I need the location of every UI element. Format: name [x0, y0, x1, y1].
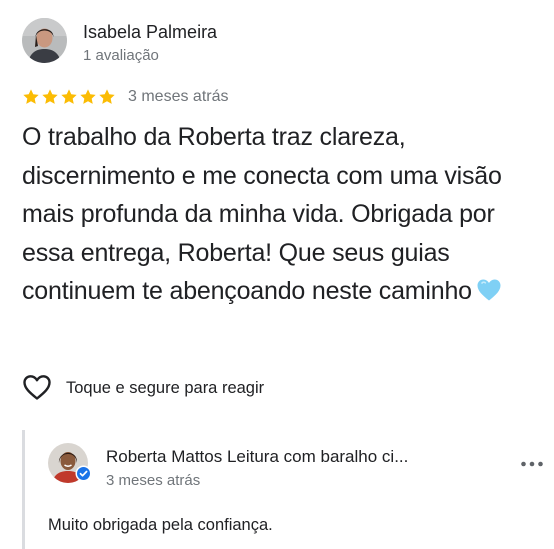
owner-avatar-wrap	[48, 443, 92, 487]
verified-check-icon	[75, 465, 92, 487]
star-rating	[22, 88, 116, 106]
reply-text: Muito obrigada pela confiança.	[48, 516, 273, 534]
reviewer-info: Isabela Palmeira 1 avaliação	[83, 20, 217, 66]
more-options-button[interactable]	[517, 454, 547, 474]
light-blue-heart-icon	[476, 275, 502, 314]
review-text: O trabalho da Roberta traz clareza, disc…	[22, 118, 542, 314]
owner-name[interactable]: Roberta Mattos Leitura com baralho ci...	[106, 446, 466, 468]
heart-outline-icon[interactable]	[22, 374, 52, 401]
reviewer-name[interactable]: Isabela Palmeira	[83, 20, 217, 44]
reviewer-review-count: 1 avaliação	[83, 47, 159, 64]
react-button[interactable]: Toque e segure para reagir	[22, 374, 264, 401]
owner-header[interactable]: Roberta Mattos Leitura com baralho ci...…	[48, 443, 466, 491]
review-body: O trabalho da Roberta traz clareza, disc…	[22, 123, 502, 305]
more-horizontal-icon[interactable]	[520, 461, 544, 467]
reviewer-header[interactable]: Isabela Palmeira 1 avaliação	[22, 18, 217, 66]
star-icon	[98, 88, 116, 106]
owner-reply: Roberta Mattos Leitura com baralho ci...…	[22, 430, 554, 549]
rating-row: 3 meses atrás	[22, 86, 228, 108]
react-label: Toque e segure para reagir	[66, 378, 265, 397]
star-icon	[79, 88, 97, 106]
star-icon	[60, 88, 78, 106]
reply-date: 3 meses atrás	[106, 472, 201, 489]
review-date: 3 meses atrás	[128, 88, 229, 105]
reviewer-avatar[interactable]	[22, 18, 67, 63]
star-icon	[22, 88, 40, 106]
review-card: Isabela Palmeira 1 avaliação 3 meses atr…	[0, 0, 554, 549]
owner-info: Roberta Mattos Leitura com baralho ci...…	[106, 446, 466, 491]
star-icon	[41, 88, 59, 106]
